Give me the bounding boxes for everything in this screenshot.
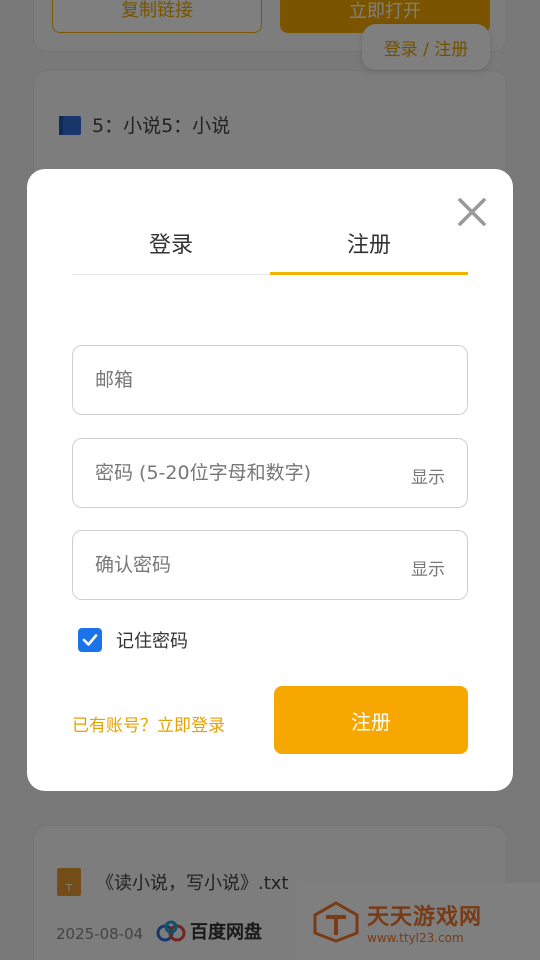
login-link[interactable]: 已有账号？立即登录 [72, 711, 225, 736]
register-button[interactable]: 注册 [274, 686, 468, 754]
remember-password-row[interactable]: 记住密码 [78, 627, 188, 653]
tab-register[interactable]: 注册 [270, 221, 468, 275]
confirm-password-input[interactable] [73, 531, 467, 599]
email-input[interactable] [73, 346, 467, 414]
confirm-password-field: 显示 [72, 530, 468, 600]
show-confirm-password-toggle[interactable]: 显示 [411, 555, 445, 580]
auth-modal: 登录 注册 显示 显示 记住密码 已有账号？立即登录 注册 [27, 169, 513, 791]
remember-password-checkbox[interactable] [78, 628, 102, 652]
remember-password-label: 记住密码 [116, 631, 188, 652]
show-password-toggle[interactable]: 显示 [411, 463, 445, 488]
auth-tabs: 登录 注册 [72, 221, 468, 275]
check-icon [82, 634, 98, 646]
email-field [72, 345, 468, 415]
password-input[interactable] [73, 439, 467, 507]
tab-login[interactable]: 登录 [72, 221, 270, 274]
password-field: 显示 [72, 438, 468, 508]
